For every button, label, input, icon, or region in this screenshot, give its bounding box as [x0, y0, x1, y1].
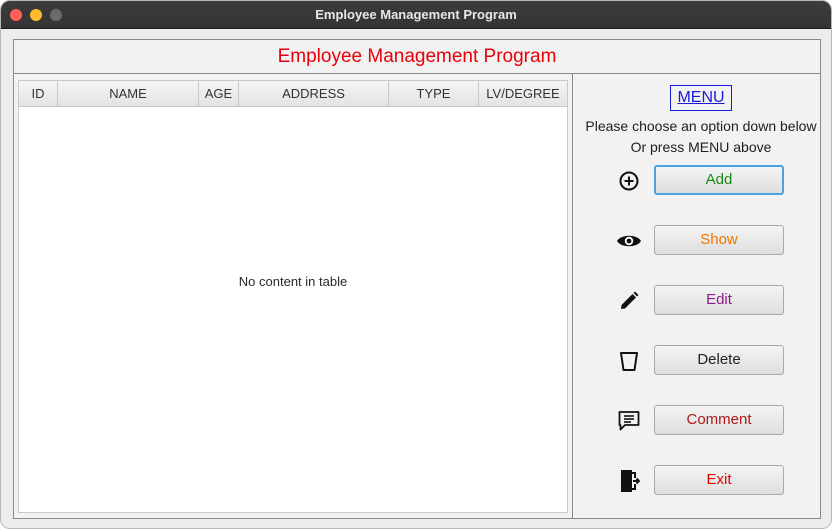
edit-button[interactable]: Edit	[654, 285, 784, 315]
menu-row-show: Show	[614, 225, 824, 257]
main-content: Employee Management Program ID NAME AGE …	[13, 39, 821, 519]
pencil-icon	[614, 289, 644, 313]
exit-door-icon	[614, 469, 644, 493]
delete-button[interactable]: Delete	[654, 345, 784, 375]
show-button[interactable]: Show	[654, 225, 784, 255]
table-header: ID NAME AGE ADDRESS TYPE LV/DEGREE	[19, 81, 567, 107]
exit-button[interactable]: Exit	[654, 465, 784, 495]
menu-row-add: Add	[614, 165, 824, 197]
menu-hint-line-1: Please choose an option down below	[585, 118, 817, 134]
program-banner: Employee Management Program	[14, 40, 820, 74]
menu-button[interactable]: MENU	[670, 85, 732, 111]
menu-panel: MENU Please choose an option down below …	[574, 74, 820, 518]
app-window: Employee Management Program Employee Man…	[0, 0, 832, 529]
column-header-age[interactable]: AGE	[199, 81, 239, 107]
column-header-name[interactable]: NAME	[58, 81, 199, 107]
window-title: Employee Management Program	[315, 7, 517, 22]
eye-icon	[614, 229, 644, 253]
menu-row-delete: Delete	[614, 345, 824, 377]
column-header-lv-degree[interactable]: LV/DEGREE	[479, 81, 567, 107]
title-bar[interactable]: Employee Management Program	[1, 1, 831, 29]
comment-icon	[614, 409, 644, 433]
table-panel: ID NAME AGE ADDRESS TYPE LV/DEGREE No co…	[14, 74, 573, 518]
menu-row-edit: Edit	[614, 285, 824, 317]
column-header-address[interactable]: ADDRESS	[239, 81, 389, 107]
menu-row-comment: Comment	[614, 405, 824, 437]
employee-table[interactable]: ID NAME AGE ADDRESS TYPE LV/DEGREE No co…	[18, 80, 568, 513]
column-header-type[interactable]: TYPE	[389, 81, 479, 107]
add-button[interactable]: Add	[654, 165, 784, 195]
plus-circle-icon	[614, 169, 644, 193]
menu-row-exit: Exit	[614, 465, 824, 497]
trash-icon	[614, 349, 644, 373]
column-header-id[interactable]: ID	[19, 81, 58, 107]
menu-hint-line-2: Or press MENU above	[630, 139, 772, 155]
comment-button[interactable]: Comment	[654, 405, 784, 435]
empty-table-message: No content in table	[238, 274, 348, 289]
